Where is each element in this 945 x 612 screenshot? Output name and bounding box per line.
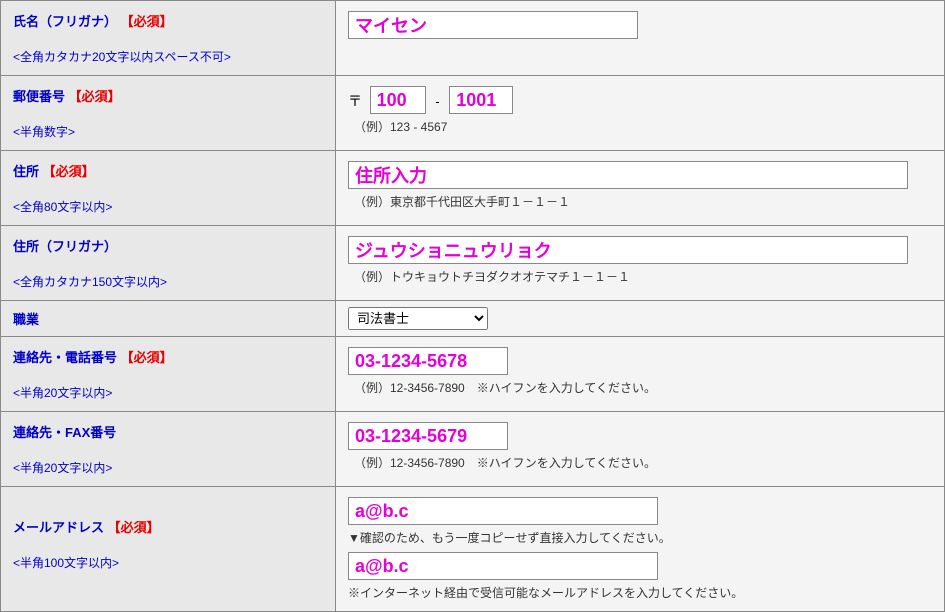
postal-input-1[interactable] [370, 86, 426, 114]
field-hint: <全角カタカナ150文字以内> [13, 273, 323, 290]
address-kana-input[interactable] [348, 236, 908, 264]
field-label: 郵便番号 [13, 89, 65, 104]
label-cell-fax: 連絡先・FAX番号 <半角20文字以内> [1, 412, 336, 487]
field-label: 住所（フリガナ） [13, 239, 117, 254]
field-hint: <半角100文字以内> [13, 554, 323, 571]
postal-mark-icon: 〒 [348, 93, 362, 109]
field-label: 氏名（フリガナ） [13, 14, 117, 29]
value-cell-email: ▼確認のため、もう一度コピーせず直接入力してください。 ※インターネット経由で受… [336, 487, 945, 612]
required-badge: 【必須】 [121, 350, 173, 365]
label-cell-email: メールアドレス 【必須】 <半角100文字以内> [1, 487, 336, 612]
postal-dash: - [435, 94, 439, 109]
label-cell-address: 住所 【必須】 <全角80文字以内> [1, 151, 336, 226]
field-label: メールアドレス [13, 520, 104, 535]
required-badge: 【必須】 [43, 164, 95, 179]
value-cell-phone: （例）12-3456-7890 ※ハイフンを入力してください。 [336, 337, 945, 412]
field-hint: <半角数字> [13, 123, 323, 140]
fax-input[interactable] [348, 422, 508, 450]
field-example: （例）トウキョウトチヨダクオオテマチ１－１－１ [354, 268, 932, 285]
field-example: （例）12-3456-7890 ※ハイフンを入力してください。 [354, 379, 932, 396]
registration-form: 氏名（フリガナ） 【必須】 <全角カタカナ20文字以内スペース不可> 郵便番号 … [0, 0, 945, 612]
postal-input-2[interactable] [449, 86, 513, 114]
field-label: 住所 [13, 164, 39, 179]
address-input[interactable] [348, 161, 908, 189]
value-cell-fax: （例）12-3456-7890 ※ハイフンを入力してください。 [336, 412, 945, 487]
label-cell-occupation: 職業 [1, 301, 336, 337]
value-cell-postal: 〒 - （例）123 - 4567 [336, 76, 945, 151]
value-cell-address: （例）東京都千代田区大手町１－１－１ [336, 151, 945, 226]
required-badge: 【必須】 [69, 89, 121, 104]
field-label: 連絡先・電話番号 [13, 350, 117, 365]
name-kana-input[interactable] [348, 11, 638, 39]
email-confirm-input[interactable] [348, 552, 658, 580]
field-hint: <全角80文字以内> [13, 198, 323, 215]
value-cell-name-kana [336, 1, 945, 76]
email-note: ※インターネット経由で受信可能なメールアドレスを入力してください。 [348, 584, 932, 601]
label-cell-name-kana: 氏名（フリガナ） 【必須】 <全角カタカナ20文字以内スペース不可> [1, 1, 336, 76]
label-cell-address-kana: 住所（フリガナ） <全角カタカナ150文字以内> [1, 226, 336, 301]
value-cell-address-kana: （例）トウキョウトチヨダクオオテマチ１－１－１ [336, 226, 945, 301]
field-hint: <半角20文字以内> [13, 384, 323, 401]
field-hint: <半角20文字以内> [13, 459, 323, 476]
email-confirm-message: ▼確認のため、もう一度コピーせず直接入力してください。 [348, 529, 932, 546]
required-badge: 【必須】 [121, 14, 173, 29]
phone-input[interactable] [348, 347, 508, 375]
occupation-select[interactable]: 司法書士 [348, 307, 488, 330]
field-label: 職業 [13, 312, 39, 327]
email-input[interactable] [348, 497, 658, 525]
field-label: 連絡先・FAX番号 [13, 425, 116, 440]
required-badge: 【必須】 [108, 520, 160, 535]
label-cell-postal: 郵便番号 【必須】 <半角数字> [1, 76, 336, 151]
field-hint: <全角カタカナ20文字以内スペース不可> [13, 48, 323, 65]
field-example: （例）123 - 4567 [354, 118, 932, 135]
label-cell-phone: 連絡先・電話番号 【必須】 <半角20文字以内> [1, 337, 336, 412]
field-example: （例）東京都千代田区大手町１－１－１ [354, 193, 932, 210]
value-cell-occupation: 司法書士 [336, 301, 945, 337]
field-example: （例）12-3456-7890 ※ハイフンを入力してください。 [354, 454, 932, 471]
